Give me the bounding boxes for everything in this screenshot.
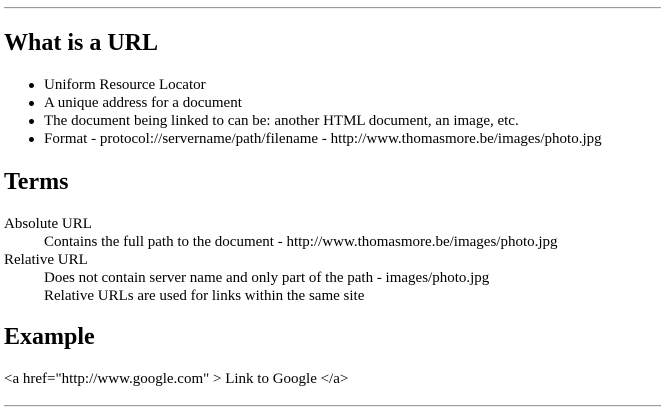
bullet-icon [29, 83, 34, 88]
list-item: The document being linked to can be: ano… [0, 112, 602, 130]
example-code-text: <a href="http://www.google.com" > Link t… [4, 371, 349, 387]
heading-terms: Terms [4, 169, 69, 195]
list-item-text: Uniform Resource Locator [44, 77, 206, 93]
top-divider [4, 7, 661, 9]
terms-definition-list: Absolute URL Contains the full path to t… [4, 215, 558, 305]
list-item: A unique address for a document [0, 94, 602, 112]
list-item: Uniform Resource Locator [0, 76, 602, 94]
heading-example: Example [4, 324, 95, 350]
bullet-icon [29, 119, 34, 124]
definition-absolute-url: Contains the full path to the document -… [44, 234, 558, 250]
bullet-icon [29, 137, 34, 142]
heading-what-is-url: What is a URL [4, 30, 159, 56]
list-item: Format - protocol://servername/path/file… [0, 130, 602, 148]
definition-relative-url: Does not contain server name and only pa… [44, 270, 490, 286]
list-item-text: The document being linked to can be: ano… [44, 113, 519, 129]
list-item-text: Format - protocol://servername/path/file… [44, 131, 602, 147]
definition-relative-url-usage: Relative URLs are used for links within … [44, 288, 365, 304]
bottom-divider [4, 405, 661, 407]
term-absolute-url: Absolute URL [4, 216, 92, 232]
bullet-icon [29, 101, 34, 106]
url-facts-list: Uniform Resource Locator A unique addres… [0, 76, 602, 148]
list-item-text: A unique address for a document [44, 95, 242, 111]
term-relative-url: Relative URL [4, 252, 88, 268]
